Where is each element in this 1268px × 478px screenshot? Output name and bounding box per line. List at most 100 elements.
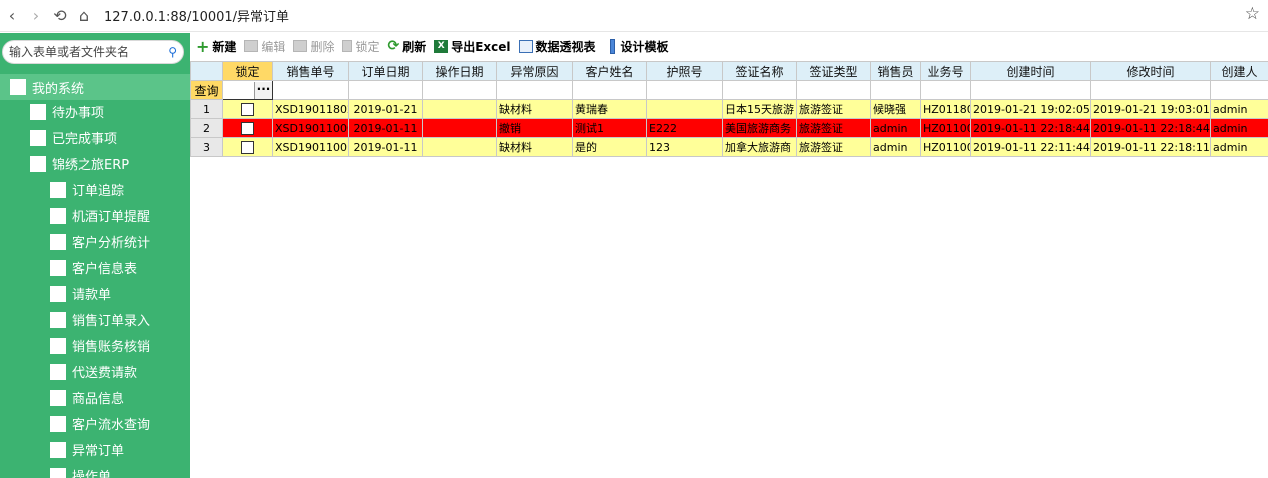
filter-cell[interactable] [272, 80, 349, 100]
cell-op-date[interactable] [422, 137, 497, 157]
cell-reason[interactable]: 缺材料 [496, 137, 573, 157]
lock-cell[interactable] [222, 118, 273, 138]
column-header[interactable]: 创建人 [1210, 61, 1268, 81]
column-header[interactable]: 护照号 [646, 61, 723, 81]
column-header[interactable]: 异常原因 [496, 61, 573, 81]
cell-order-date[interactable]: 2019-01-11 [348, 137, 423, 157]
filter-cell[interactable] [646, 80, 723, 100]
tree-item-delivery-fee-request[interactable]: 代送费请款 [50, 362, 137, 381]
cell-customer[interactable]: 测试1 [572, 118, 647, 138]
filter-cell[interactable] [870, 80, 921, 100]
column-header[interactable]: 签证类型 [796, 61, 871, 81]
tree-item-abnormal-orders[interactable]: 异常订单 [50, 440, 124, 459]
filter-cell[interactable] [920, 80, 971, 100]
back-icon[interactable]: ‹ [0, 4, 24, 28]
cell-customer[interactable]: 是的 [572, 137, 647, 157]
export-excel-button[interactable]: X 导出Excel [434, 38, 511, 55]
filter-cell[interactable] [1210, 80, 1268, 100]
cell-op-date[interactable] [422, 118, 497, 138]
cell-visa-name[interactable]: 美国旅游商务 [722, 118, 797, 138]
cell-op-date[interactable] [422, 99, 497, 119]
tree-item-customer-info[interactable]: 客户信息表 [50, 258, 137, 277]
cell-business-no[interactable]: HZ011000 [920, 118, 971, 138]
cell-modified[interactable]: 2019-01-11 22:18:44 [1090, 118, 1211, 138]
column-header[interactable]: 操作日期 [422, 61, 497, 81]
column-header[interactable]: 创建时间 [970, 61, 1091, 81]
column-header[interactable]: 销售单号 [272, 61, 349, 81]
filter-cell[interactable] [422, 80, 497, 100]
new-button[interactable]: + 新建 [196, 37, 236, 56]
cell-salesperson[interactable]: admin [870, 137, 921, 157]
cell-created[interactable]: 2019-01-11 22:18:44 [970, 118, 1091, 138]
filter-cell[interactable] [496, 80, 573, 100]
tree-item-sales-order-entry[interactable]: 销售订单录入 [50, 310, 150, 329]
lock-checkbox[interactable] [241, 102, 254, 116]
cell-order-date[interactable]: 2019-01-11 [348, 118, 423, 138]
cell-business-no[interactable]: HZ01100: [920, 137, 971, 157]
cell-order-no[interactable]: XSD19011802€ [272, 99, 349, 119]
cell-modified[interactable]: 2019-01-11 22:18:11 [1090, 137, 1211, 157]
ellipsis-button[interactable]: ··· [254, 81, 272, 99]
lock-filter-cell[interactable]: ··· [222, 80, 273, 100]
cell-creator[interactable]: admin [1210, 99, 1268, 119]
cell-creator[interactable]: admin [1210, 137, 1268, 157]
tree-item-customer-ledger[interactable]: 客户流水查询 [50, 414, 150, 433]
design-template-button[interactable]: 设计模板 [609, 38, 669, 55]
address-bar[interactable]: 127.0.0.1:88/10001/异常订单 [104, 6, 289, 25]
cell-passport[interactable] [646, 99, 723, 119]
column-header[interactable]: 客户姓名 [572, 61, 647, 81]
search-icon[interactable]: ⚲ [168, 45, 177, 59]
lock-button[interactable]: 锁定 [342, 38, 379, 55]
cell-created[interactable]: 2019-01-11 22:11:44 [970, 137, 1091, 157]
cell-order-date[interactable]: 2019-01-21 [348, 99, 423, 119]
column-header[interactable]: 订单日期 [348, 61, 423, 81]
cell-visa-name[interactable]: 加拿大旅游商 [722, 137, 797, 157]
star-icon[interactable]: ☆ [1245, 4, 1260, 24]
tree-item-product-info[interactable]: 商品信息 [50, 388, 124, 407]
tree-item-payment-request[interactable]: 请款单 [50, 284, 111, 303]
pivot-table-button[interactable]: 数据透视表 [518, 38, 596, 55]
cell-salesperson[interactable]: admin [870, 118, 921, 138]
filter-cell[interactable] [1090, 80, 1211, 100]
column-header[interactable]: 业务号 [920, 61, 971, 81]
tree-item-order-tracking[interactable]: 订单追踪 [50, 180, 124, 199]
lock-checkbox[interactable] [241, 140, 254, 154]
filter-cell[interactable] [796, 80, 871, 100]
tree-item-todo[interactable]: 待办事项 [30, 102, 104, 121]
filter-cell[interactable] [722, 80, 797, 100]
table-row[interactable]: 2 XSD19011000! 2019-01-11 撤销 测试1 E222 美国… [190, 118, 1268, 138]
filter-cell[interactable] [572, 80, 647, 100]
tree-item-erp[interactable]: 锦绣之旅ERP [30, 154, 129, 173]
tree-item-sales-reconciliation[interactable]: 销售账务核销 [50, 336, 150, 355]
lock-checkbox[interactable] [241, 121, 254, 135]
tree-item-operation-sheet[interactable]: 操作单 [50, 466, 111, 478]
tree-item-done[interactable]: 已完成事项 [30, 128, 117, 147]
cell-visa-type[interactable]: 旅游签证 [796, 137, 871, 157]
column-header[interactable]: 签证名称 [722, 61, 797, 81]
home-icon[interactable]: ⌂ [72, 4, 96, 28]
column-header[interactable]: 销售员 [870, 61, 921, 81]
cell-visa-type[interactable]: 旅游签证 [796, 99, 871, 119]
cell-order-no[interactable]: XSD19011001: [272, 137, 349, 157]
cell-customer[interactable]: 黄瑞春 [572, 99, 647, 119]
lock-cell[interactable] [222, 137, 273, 157]
cell-created[interactable]: 2019-01-21 19:02:05 [970, 99, 1091, 119]
table-row[interactable]: 1 XSD19011802€ 2019-01-21 缺材料 黄瑞春 日本15天旅… [190, 99, 1268, 119]
cell-visa-type[interactable]: 旅游签证 [796, 118, 871, 138]
search-input[interactable] [9, 45, 159, 59]
cell-modified[interactable]: 2019-01-21 19:03:01 [1090, 99, 1211, 119]
table-row[interactable]: 3 XSD19011001: 2019-01-11 缺材料 是的 123 加拿大… [190, 137, 1268, 157]
cell-salesperson[interactable]: 候晓强 [870, 99, 921, 119]
delete-button[interactable]: 删除 [293, 38, 334, 55]
tree-item-flight-hotel-reminder[interactable]: 机酒订单提醒 [50, 206, 150, 225]
cell-reason[interactable]: 缺材料 [496, 99, 573, 119]
forward-icon[interactable]: › [24, 4, 48, 28]
tree-item-customer-analysis[interactable]: 客户分析统计 [50, 232, 150, 251]
filter-cell[interactable] [970, 80, 1091, 100]
cell-order-no[interactable]: XSD19011000! [272, 118, 349, 138]
filter-cell[interactable] [348, 80, 423, 100]
refresh-button[interactable]: ⟳ 刷新 [387, 38, 426, 55]
edit-button[interactable]: 编辑 [244, 38, 285, 55]
lock-cell[interactable] [222, 99, 273, 119]
cell-passport[interactable]: 123 [646, 137, 723, 157]
